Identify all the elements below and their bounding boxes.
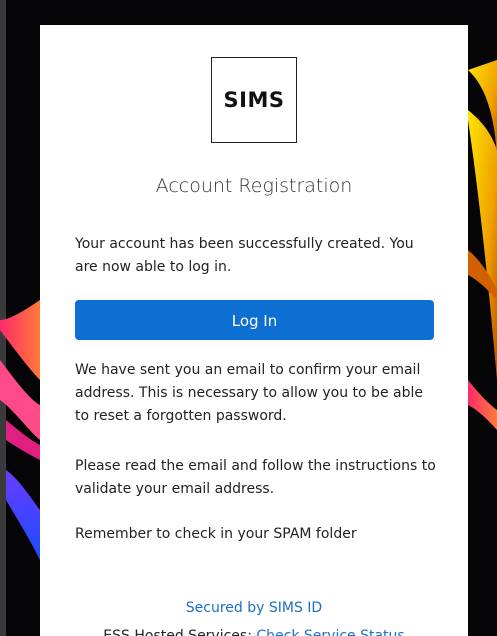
email-sent-message: We have sent you an email to confirm you… — [75, 362, 423, 424]
registration-card: SIMS Account Registration Your account h… — [40, 25, 468, 636]
ess-prefix-text: ESS Hosted Services: — [103, 628, 257, 636]
page-title: Account Registration — [155, 175, 353, 197]
account-created-message: Your account has been successfully creat… — [75, 236, 414, 275]
secured-by-link[interactable]: Secured by SIMS ID — [40, 600, 468, 616]
check-service-status-link[interactable]: Check Service Status — [256, 628, 404, 636]
sims-logo: SIMS — [211, 57, 297, 143]
follow-instructions-message: Please read the email and follow the ins… — [75, 458, 436, 497]
spam-reminder-message: Remember to check in your SPAM folder — [75, 526, 357, 542]
login-button[interactable]: Log In — [75, 300, 434, 340]
page-background: SIMS Account Registration Your account h… — [0, 0, 497, 636]
ess-hosted-services: ESS Hosted Services: Check Service Statu… — [40, 628, 468, 636]
